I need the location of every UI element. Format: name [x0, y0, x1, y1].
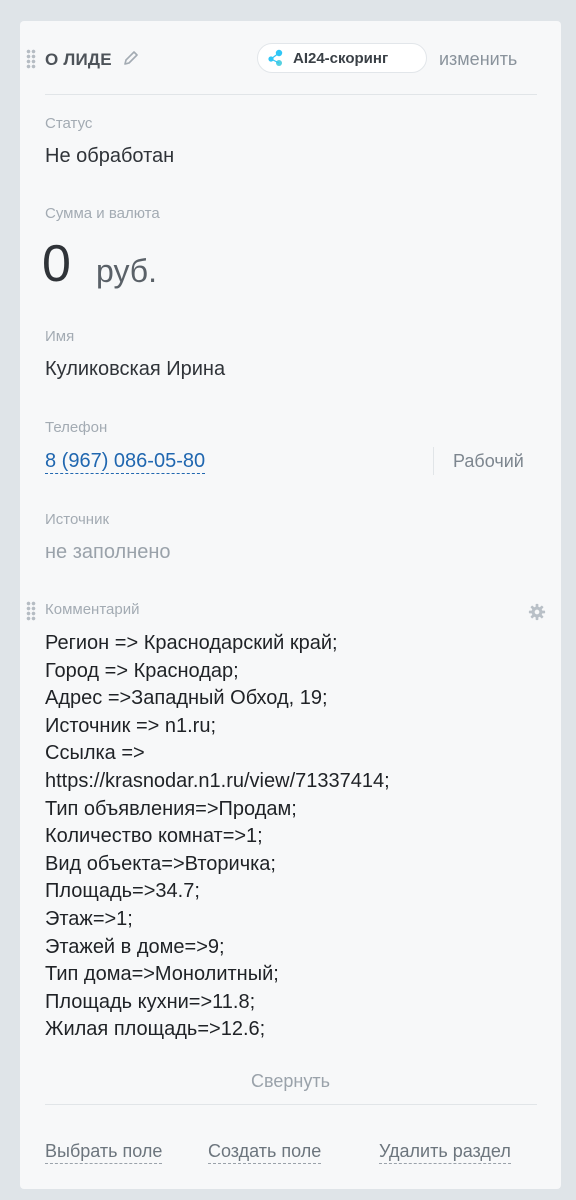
currency-value[interactable]: руб. [96, 253, 157, 290]
collapse-button[interactable]: Свернуть [20, 1071, 561, 1092]
pencil-icon[interactable] [122, 49, 140, 67]
phone-link[interactable]: 8 (967) 086-05-80 [45, 449, 206, 474]
amount-value[interactable]: 0 [42, 234, 71, 294]
comment-line: Адрес =>Западный Обход, 19; [45, 687, 328, 710]
ai-scoring-label: AI24-скоринг [293, 49, 389, 67]
amount-label: Сумма и валюта [45, 205, 160, 222]
section-title: О ЛИДЕ [45, 50, 112, 69]
lead-info-card: О ЛИДЕ AI24-скоринг изменить Статус Не о… [20, 21, 561, 1189]
create-field-link[interactable]: Создать поле [208, 1140, 322, 1164]
comment-line: Этажей в доме=>9; [45, 935, 225, 958]
select-field-link[interactable]: Выбрать поле [45, 1140, 163, 1164]
name-label: Имя [45, 328, 75, 345]
comment-line: Тип дома=>Монолитный; [45, 963, 279, 986]
comment-line: https://krasnodar.n1.ru/view/71337414; [45, 769, 390, 792]
footer-divider [45, 1104, 537, 1105]
comment-line: Жилая площадь=>12.6; [45, 1018, 266, 1041]
phone-label: Телефон [45, 419, 108, 436]
source-label: Источник [45, 511, 110, 528]
comment-label: Комментарий [45, 601, 140, 618]
comment-line: Вид объекта=>Вторичка; [45, 852, 276, 875]
change-link[interactable]: изменить [439, 49, 517, 70]
phone-type[interactable]: Рабочий [453, 451, 524, 472]
comment-line: Площадь=>34.7; [45, 880, 200, 903]
name-value[interactable]: Куликовская Ирина [45, 358, 225, 381]
comment-line: Количество комнат=>1; [45, 825, 263, 848]
status-label: Статус [45, 115, 93, 132]
drag-handle-icon[interactable] [26, 49, 36, 69]
comment-drag-handle-icon[interactable] [26, 601, 36, 621]
ai-scoring-button[interactable]: AI24-скоринг [257, 43, 427, 73]
comment-line: Регион => Краснодарский край; [45, 632, 338, 654]
delete-section-link[interactable]: Удалить раздел [379, 1140, 511, 1164]
source-value[interactable]: не заполнено [45, 541, 171, 564]
status-value[interactable]: Не обработан [45, 145, 174, 168]
header-divider [45, 94, 537, 95]
comment-line: Тип объявления=>Продам; [45, 797, 297, 820]
ai-scoring-icon [268, 49, 283, 66]
comment-line: Ссылка => [45, 742, 145, 765]
phone-separator [433, 447, 434, 475]
comment-line: Этаж=>1; [45, 907, 133, 930]
gear-icon[interactable] [528, 603, 546, 621]
comment-line: Источник => n1.ru; [45, 714, 216, 737]
comment-line: Площадь кухни=>11.8; [45, 990, 256, 1013]
comment-line: Город => Краснодар; [45, 659, 239, 682]
comment-text[interactable]: Регион => Краснодарский край; Город => К… [45, 630, 545, 1044]
